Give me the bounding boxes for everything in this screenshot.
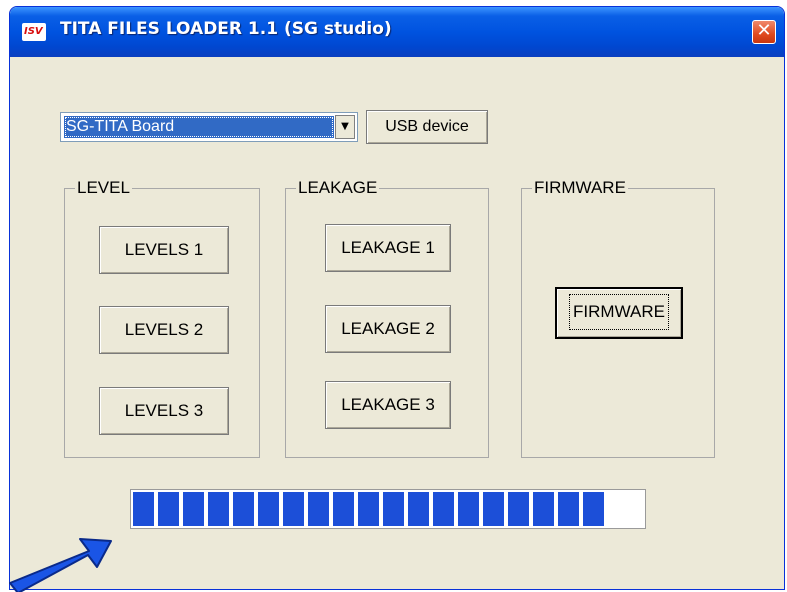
leakage-2-button[interactable]: LEAKAGE 2 [325, 305, 451, 353]
progress-chunk [358, 492, 379, 526]
progress-chunk [233, 492, 254, 526]
usb-device-button[interactable]: USB device [366, 110, 488, 144]
progress-bar [130, 489, 646, 529]
progress-chunk [483, 492, 504, 526]
leakage-group-label: LEAKAGE [296, 178, 380, 198]
progress-chunk [583, 492, 604, 526]
progress-chunk [408, 492, 429, 526]
progress-chunk [158, 492, 179, 526]
app-logo-icon: ISV [22, 23, 46, 41]
progress-chunk [258, 492, 279, 526]
progress-chunk [333, 492, 354, 526]
device-selected-value: SG-TITA Board [64, 116, 334, 138]
firmware-button[interactable]: FIRMWARE [555, 287, 683, 339]
progress-chunk [208, 492, 229, 526]
progress-chunk [383, 492, 404, 526]
progress-chunk [508, 492, 529, 526]
blue-arrow-icon [9, 538, 112, 592]
progress-chunk [308, 492, 329, 526]
progress-chunk [283, 492, 304, 526]
progress-chunk [183, 492, 204, 526]
device-dropdown[interactable]: SG-TITA Board ▼ [60, 112, 358, 142]
progress-chunk [433, 492, 454, 526]
firmware-group-label: FIRMWARE [532, 178, 628, 198]
level-group-label: LEVEL [75, 178, 132, 198]
chevron-down-icon[interactable]: ▼ [335, 115, 355, 139]
levels-1-button[interactable]: LEVELS 1 [99, 226, 229, 274]
progress-chunk [558, 492, 579, 526]
progress-chunk [458, 492, 479, 526]
levels-3-button[interactable]: LEVELS 3 [99, 387, 229, 435]
progress-chunk [533, 492, 554, 526]
firmware-button-label: FIRMWARE [569, 294, 669, 330]
close-button[interactable]: ✕ [752, 20, 776, 44]
leakage-3-button[interactable]: LEAKAGE 3 [325, 381, 451, 429]
progress-chunk [133, 492, 154, 526]
title-bar[interactable]: ISV TITA FILES LOADER 1.1 (SG studio) ✕ [10, 7, 784, 57]
progress-track [133, 492, 643, 526]
levels-2-button[interactable]: LEVELS 2 [99, 306, 229, 354]
leakage-1-button[interactable]: LEAKAGE 1 [325, 224, 451, 272]
window-title: TITA FILES LOADER 1.1 (SG studio) [60, 19, 392, 39]
